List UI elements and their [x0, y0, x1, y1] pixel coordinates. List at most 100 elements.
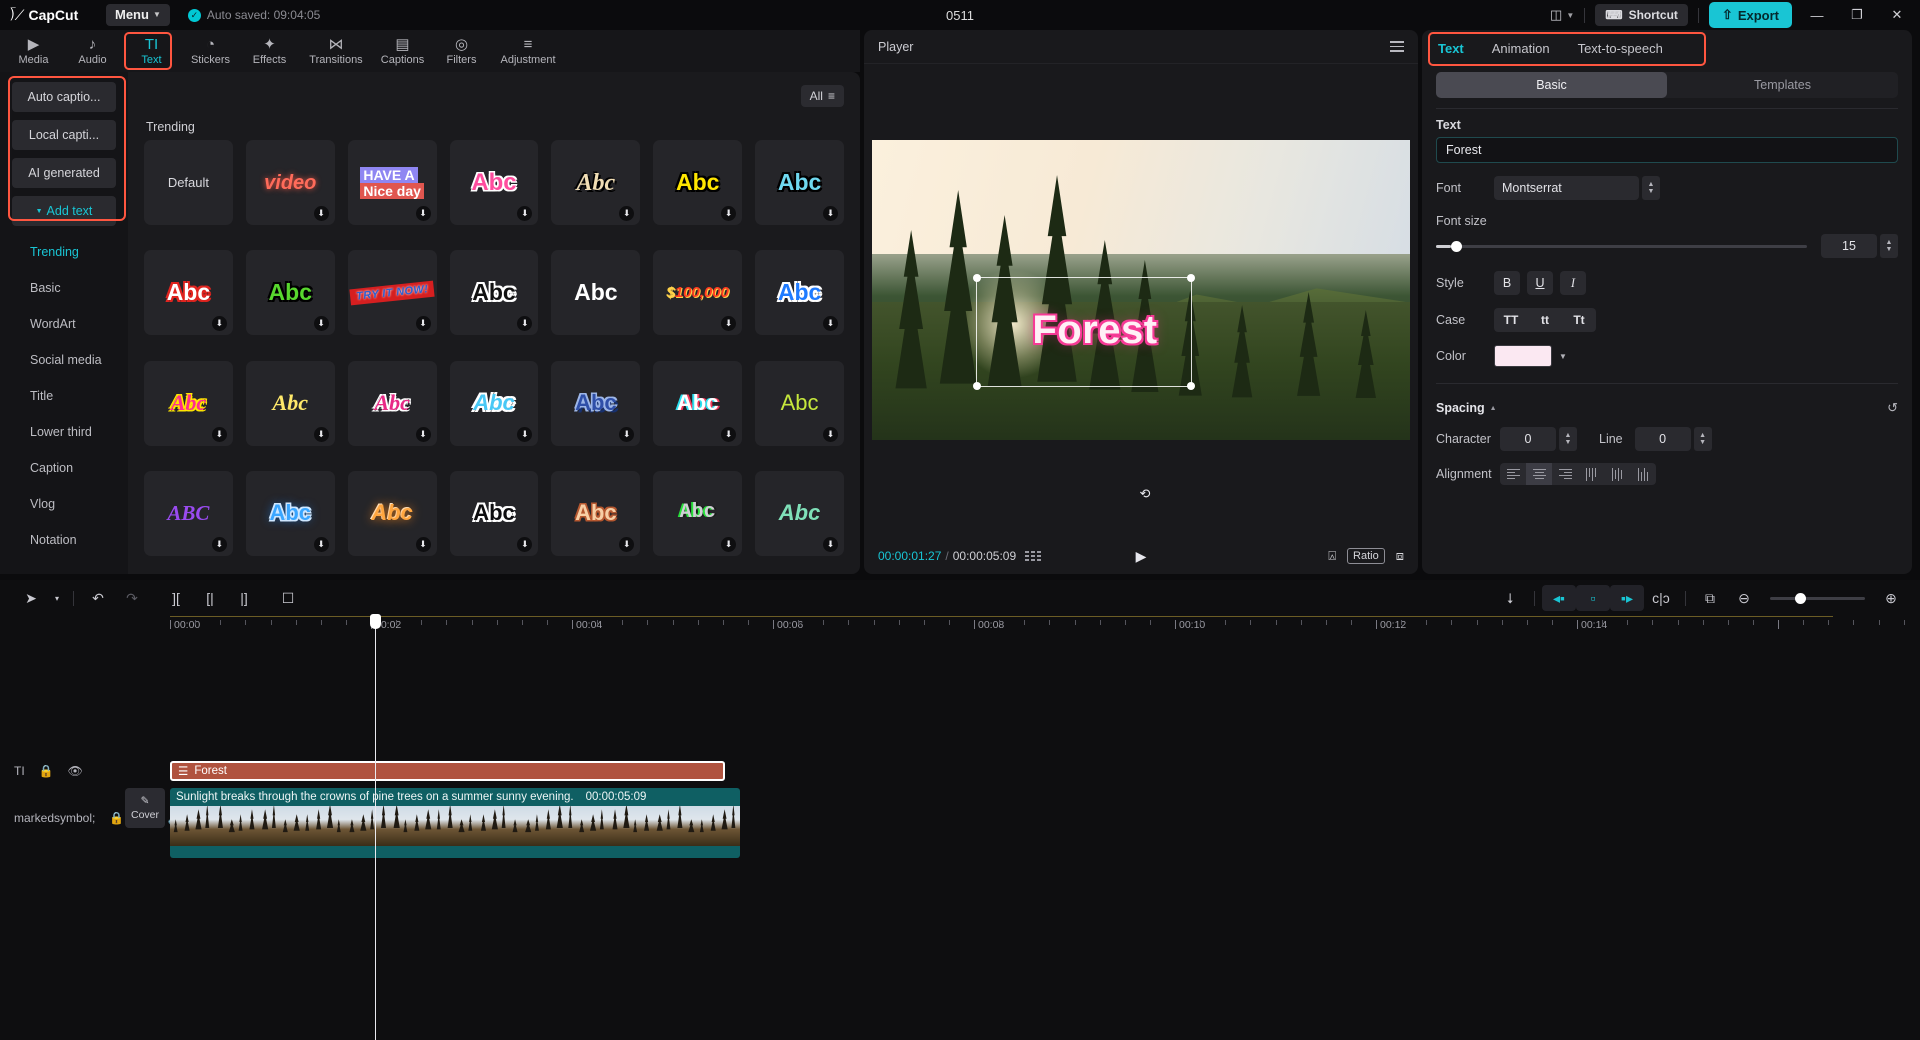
sidebar-category-caption[interactable]: Caption	[0, 450, 128, 486]
template-cell[interactable]: $100,000⬇	[653, 250, 742, 335]
template-cell[interactable]: Abc⬇	[144, 361, 233, 446]
redo-button[interactable]: ↷	[115, 585, 149, 611]
nav-tab-media[interactable]: ▶Media	[4, 30, 63, 72]
line-spacing-value[interactable]: 0	[1635, 427, 1691, 451]
font-size-stepper[interactable]: ▲▼	[1880, 234, 1898, 258]
template-cell[interactable]: HAVE ANice day⬇	[348, 140, 437, 225]
keyframe-prev-icon[interactable]: ◂▪	[1542, 585, 1576, 611]
trim-left-button[interactable]: [|	[193, 585, 227, 611]
align-vertical-middle-icon[interactable]	[1604, 463, 1630, 485]
play-button[interactable]: ▶	[1136, 548, 1147, 565]
download-icon[interactable]: ⬇	[416, 316, 431, 331]
nav-tab-audio[interactable]: ♪Audio	[63, 30, 122, 72]
download-icon[interactable]: ⬇	[314, 206, 329, 221]
template-cell[interactable]: Abc⬇	[246, 250, 335, 335]
download-icon[interactable]: ⬇	[416, 537, 431, 552]
template-cell[interactable]: Abc⬇	[246, 471, 335, 556]
template-cell[interactable]: ABC⬇	[144, 471, 233, 556]
sidebar-category-social-media[interactable]: Social media	[0, 342, 128, 378]
template-cell[interactable]: Abc⬇	[246, 361, 335, 446]
sidebar-category-basic[interactable]: Basic	[0, 270, 128, 306]
properties-tab-text[interactable]: Text	[1438, 41, 1464, 56]
video-preview-stage[interactable]: Forest	[872, 140, 1410, 440]
download-icon[interactable]: ⬇	[517, 316, 532, 331]
resize-handle-bl[interactable]	[973, 382, 981, 390]
ai-generated-button[interactable]: AI generated	[12, 158, 116, 188]
template-cell[interactable]: Abc⬇	[551, 361, 640, 446]
download-icon[interactable]: ⬇	[314, 427, 329, 442]
template-cell[interactable]: Abc⬇	[450, 140, 539, 225]
download-icon[interactable]: ⬇	[721, 427, 736, 442]
playhead-knob[interactable]	[370, 614, 381, 629]
ratio-button[interactable]: Ratio	[1347, 548, 1385, 564]
sidebar-category-title[interactable]: Title	[0, 378, 128, 414]
template-cell[interactable]: TRY IT NOW!⬇	[348, 250, 437, 335]
sidebar-category-vlog[interactable]: Vlog	[0, 486, 128, 522]
align-vertical-top-icon[interactable]	[1578, 463, 1604, 485]
download-icon[interactable]: ⬇	[517, 427, 532, 442]
text-clip[interactable]: ☰ Forest	[170, 761, 725, 781]
uppercase-button[interactable]: TT	[1494, 308, 1528, 332]
resize-handle-tr[interactable]	[1187, 274, 1195, 282]
download-icon[interactable]: ⬇	[823, 316, 838, 331]
sidebar-category-lower-third[interactable]: Lower third	[0, 414, 128, 450]
nav-tab-adjustment[interactable]: ≡Adjustment	[491, 30, 565, 72]
undo-button[interactable]: ↶	[81, 585, 115, 611]
sidebar-category-notation[interactable]: Notation	[0, 522, 128, 558]
menu-button[interactable]: Menu ▼	[106, 4, 170, 26]
download-icon[interactable]: ⬇	[619, 427, 634, 442]
preview-text-overlay[interactable]: Forest	[1000, 308, 1190, 353]
template-cell[interactable]: Abc⬇	[653, 471, 742, 556]
add-text-button[interactable]: ▼Add text	[12, 196, 116, 226]
underline-button[interactable]: U	[1527, 271, 1553, 295]
properties-tab-text-to-speech[interactable]: Text-to-speech	[1578, 41, 1663, 56]
template-cell[interactable]: Abc	[551, 250, 640, 335]
zoom-out-icon[interactable]: ⊖	[1727, 585, 1761, 611]
template-cell[interactable]: Abc⬇	[348, 471, 437, 556]
font-size-value[interactable]: 15	[1821, 234, 1877, 258]
resize-handle-br[interactable]	[1187, 382, 1195, 390]
video-clip[interactable]: Sunlight breaks through the crowns of pi…	[170, 788, 740, 858]
download-icon[interactable]: ⬇	[619, 206, 634, 221]
download-icon[interactable]: ⬇	[721, 206, 736, 221]
layout-switch-button[interactable]: ◫ ▼	[1550, 7, 1574, 23]
download-icon[interactable]: ⬇	[619, 537, 634, 552]
template-cell[interactable]: Abc⬇	[450, 250, 539, 335]
text-input[interactable]: Forest	[1436, 137, 1898, 163]
nav-tab-text[interactable]: TIText	[122, 30, 181, 72]
character-spacing-value[interactable]: 0	[1500, 427, 1556, 451]
local-captions-button[interactable]: Local capti...	[12, 120, 116, 150]
font-select[interactable]: Montserrat	[1494, 176, 1639, 200]
frames-icon[interactable]	[1025, 551, 1041, 562]
font-stepper[interactable]: ▲▼	[1642, 176, 1660, 200]
nav-tab-effects[interactable]: ✦Effects	[240, 30, 299, 72]
lock-icon[interactable]: 🔒	[39, 764, 54, 778]
download-icon[interactable]: ⬇	[314, 537, 329, 552]
player-menu-icon[interactable]	[1390, 41, 1404, 52]
template-cell[interactable]: Abc⬇	[755, 250, 844, 335]
template-cell[interactable]: Abc⬇	[348, 361, 437, 446]
zoom-slider[interactable]	[1770, 597, 1865, 600]
download-icon[interactable]: ⬇	[517, 206, 532, 221]
playhead[interactable]	[375, 616, 376, 1040]
delete-button[interactable]: ☐	[271, 585, 305, 611]
segment-basic[interactable]: Basic	[1436, 72, 1667, 98]
add-keyframe-icon[interactable]: ▫	[1576, 585, 1610, 611]
timeline-zoom-fit-icon[interactable]: ⧉	[1693, 585, 1727, 611]
italic-button[interactable]: I	[1560, 271, 1586, 295]
bold-button[interactable]: B	[1494, 271, 1520, 295]
download-icon[interactable]: ⬇	[517, 537, 532, 552]
template-cell[interactable]: Abc⬇	[450, 471, 539, 556]
trim-right-button[interactable]: |]	[227, 585, 261, 611]
maximize-button[interactable]: ❐	[1842, 3, 1872, 27]
template-cell[interactable]: Abc⬇	[144, 250, 233, 335]
sidebar-category-wordart[interactable]: WordArt	[0, 306, 128, 342]
line-spacing-stepper[interactable]: ▲▼	[1694, 427, 1712, 451]
download-icon[interactable]: ⬇	[212, 316, 227, 331]
template-cell[interactable]: Abc⬇	[755, 361, 844, 446]
download-icon[interactable]: ⬇	[212, 537, 227, 552]
lowercase-button[interactable]: tt	[1528, 308, 1562, 332]
template-cell[interactable]: Abc⬇	[755, 471, 844, 556]
template-cell[interactable]: video⬇	[246, 140, 335, 225]
resize-handle-tl[interactable]	[973, 274, 981, 282]
